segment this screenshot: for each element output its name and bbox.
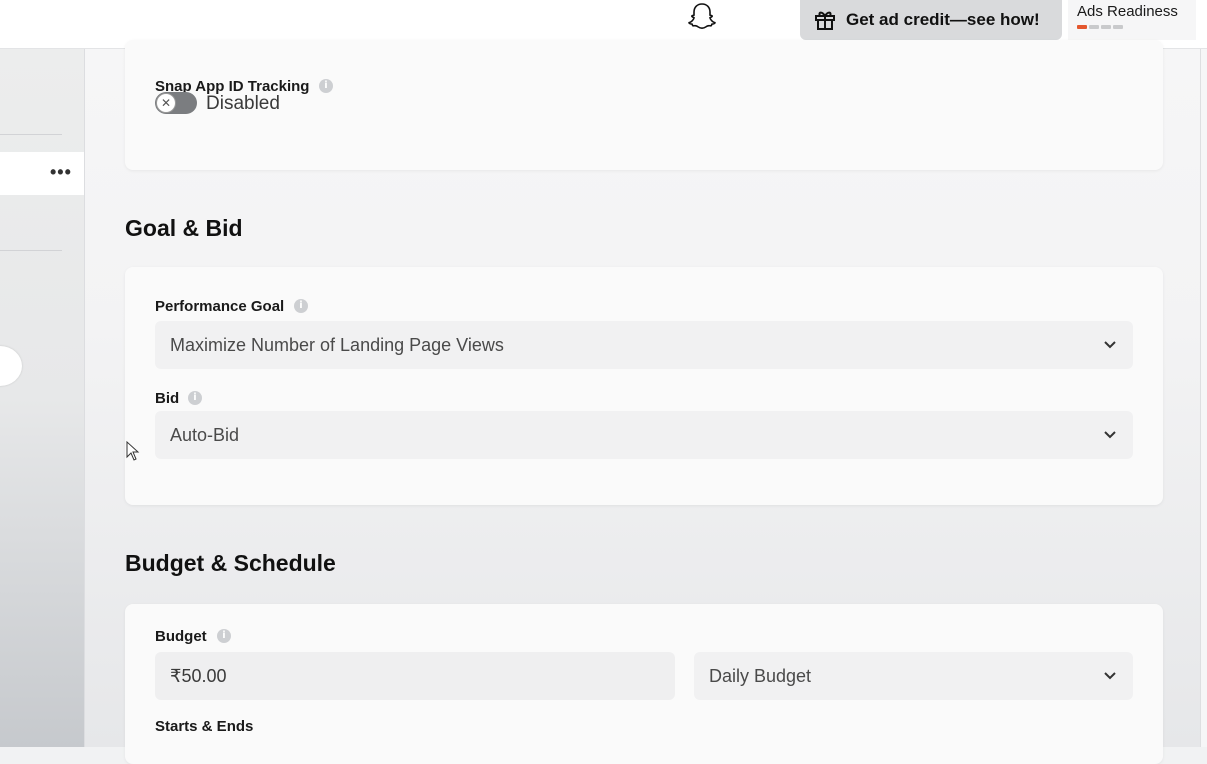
starts-ends-label: Starts & Ends xyxy=(155,718,254,735)
collapse-handle[interactable] xyxy=(0,346,22,386)
performance-goal-select[interactable]: Maximize Number of Landing Page Views xyxy=(155,321,1133,369)
budget-amount-value: ₹50.00 xyxy=(170,665,227,686)
bid-label: Bid xyxy=(155,390,180,407)
readiness-segment xyxy=(1101,25,1111,29)
budget-label: Budget xyxy=(155,628,207,645)
info-icon[interactable]: i xyxy=(217,629,231,643)
more-options-icon[interactable]: ••• xyxy=(50,162,72,183)
goal-bid-card: Performance Goal i Maximize Number of La… xyxy=(125,267,1163,505)
budget-schedule-section-title: Budget & Schedule xyxy=(125,550,336,576)
chevron-down-icon xyxy=(1104,341,1116,349)
info-icon[interactable]: i xyxy=(319,79,333,93)
readiness-segment xyxy=(1113,25,1123,29)
right-scroll-edge[interactable] xyxy=(1200,49,1207,747)
bid-select[interactable]: Auto-Bid xyxy=(155,411,1133,459)
get-ad-credit-button[interactable]: Get ad credit—see how! xyxy=(800,0,1062,40)
budget-schedule-card: Budget i ₹50.00 Daily Budget Starts & En… xyxy=(125,604,1163,764)
chevron-down-icon xyxy=(1104,672,1116,680)
left-panel-divider xyxy=(0,134,62,135)
snapchat-ghost-icon[interactable] xyxy=(686,1,718,33)
snap-app-id-tracking-toggle[interactable]: ✕ xyxy=(155,92,197,114)
info-icon[interactable]: i xyxy=(294,299,308,313)
ads-readiness-widget[interactable]: Ads Readiness xyxy=(1068,0,1196,40)
mouse-cursor-icon xyxy=(126,441,140,461)
ads-readiness-progress xyxy=(1077,25,1196,29)
gift-icon xyxy=(815,11,835,30)
chevron-down-icon xyxy=(1104,431,1116,439)
bid-value: Auto-Bid xyxy=(170,424,240,445)
info-icon[interactable]: i xyxy=(188,391,202,405)
performance-goal-label: Performance Goal xyxy=(155,298,285,315)
budget-amount-input[interactable]: ₹50.00 xyxy=(155,652,675,700)
left-panel: ••• xyxy=(0,49,85,747)
toggle-state-label: Disabled xyxy=(206,93,280,114)
goal-bid-section-title: Goal & Bid xyxy=(125,215,243,241)
toggle-off-icon: ✕ xyxy=(156,93,176,113)
readiness-segment xyxy=(1077,25,1087,29)
budget-type-select[interactable]: Daily Budget xyxy=(694,652,1133,700)
get-ad-credit-label: Get ad credit—see how! xyxy=(846,10,1040,29)
budget-type-value: Daily Budget xyxy=(709,665,812,686)
performance-goal-value: Maximize Number of Landing Page Views xyxy=(170,334,504,355)
left-panel-active-item[interactable]: ••• xyxy=(0,152,84,195)
readiness-segment xyxy=(1089,25,1099,29)
tracking-card: Snap App ID Tracking i ✕ Disabled xyxy=(125,40,1163,170)
ads-readiness-label: Ads Readiness xyxy=(1077,3,1178,20)
left-panel-divider xyxy=(0,250,62,251)
